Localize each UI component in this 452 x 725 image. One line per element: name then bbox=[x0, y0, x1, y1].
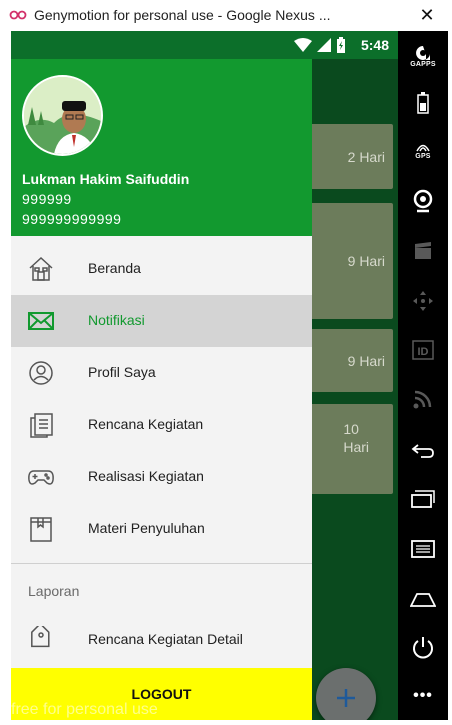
card-duration: 10 Hari bbox=[343, 421, 369, 455]
logout-button[interactable]: LOGOUT bbox=[11, 668, 312, 720]
section-label-laporan: Laporan bbox=[28, 583, 80, 599]
home-icon bbox=[27, 255, 55, 283]
card-duration: 9 Hari bbox=[347, 253, 385, 269]
network-button[interactable] bbox=[398, 379, 448, 419]
navigation-drawer: Lukman Hakim Saifuddin 999999 9999999999… bbox=[11, 59, 312, 720]
card-duration: 2 Hari bbox=[347, 149, 385, 165]
rss-icon bbox=[413, 390, 432, 409]
user-phone: 999999999999 bbox=[22, 211, 122, 227]
plus-icon bbox=[337, 689, 355, 707]
tag-icon bbox=[27, 626, 55, 654]
gapps-button[interactable]: GAPPS bbox=[398, 37, 448, 77]
status-time: 5:48 bbox=[360, 37, 389, 53]
home-button[interactable] bbox=[398, 579, 448, 619]
wifi-icon bbox=[294, 38, 312, 52]
drawer-header: Lukman Hakim Saifuddin 999999 9999999999… bbox=[11, 59, 312, 236]
menu-label: Profil Saya bbox=[88, 364, 156, 380]
battery-button[interactable] bbox=[398, 83, 448, 123]
gps-label: GPS bbox=[415, 153, 431, 160]
gps-icon bbox=[416, 144, 430, 152]
power-icon bbox=[413, 637, 433, 659]
id-icon: ID bbox=[412, 340, 434, 360]
clapperboard-icon bbox=[415, 242, 431, 259]
menu-item-notifikasi[interactable]: Notifikasi bbox=[11, 295, 312, 347]
gamepad-icon bbox=[27, 463, 55, 491]
user-id: 999999 bbox=[22, 191, 72, 207]
more-icon: ••• bbox=[413, 687, 433, 704]
screencast-button[interactable] bbox=[398, 231, 448, 271]
menu-label: Notifikasi bbox=[88, 312, 145, 328]
window-frame-bottom bbox=[0, 720, 452, 725]
genymotion-logo-icon bbox=[9, 10, 27, 20]
mail-icon bbox=[27, 307, 55, 335]
power-button[interactable] bbox=[398, 628, 448, 668]
dpad-icon bbox=[413, 291, 433, 311]
menu-label: Rencana Kegiatan Detail bbox=[88, 631, 243, 647]
window-close-button[interactable]: ✕ bbox=[404, 1, 450, 29]
signal-icon bbox=[317, 38, 331, 52]
menu-divider bbox=[11, 563, 312, 564]
id-label: ID bbox=[418, 346, 429, 358]
menu-item-rencana-kegiatan[interactable]: Rencana Kegiatan bbox=[11, 399, 312, 451]
device-id-button[interactable]: ID bbox=[398, 330, 448, 370]
home-outline-icon bbox=[410, 593, 436, 607]
recent-apps-icon bbox=[411, 490, 435, 508]
menu-item-realisasi-kegiatan[interactable]: Realisasi Kegiatan bbox=[11, 451, 312, 503]
user-name: Lukman Hakim Saifuddin bbox=[22, 171, 190, 187]
documents-icon bbox=[27, 411, 55, 439]
gapps-label: GAPPS bbox=[410, 61, 436, 68]
emulator-side-panel: GAPPS GPS ID ••• bbox=[398, 31, 448, 720]
add-fab-button[interactable] bbox=[316, 668, 376, 720]
menu-label: Materi Penyuluhan bbox=[88, 520, 205, 536]
battery-charging-icon bbox=[337, 37, 345, 53]
menu-icon bbox=[411, 540, 435, 558]
menu-label: Rencana Kegiatan bbox=[88, 416, 204, 432]
menu-label: Realisasi Kegiatan bbox=[88, 468, 204, 484]
android-screen: 5:48 2 Hari 9 Hari 9 Hari 10 Hari Lukman… bbox=[11, 31, 398, 720]
status-icons bbox=[294, 37, 346, 53]
menu-item-profil-saya[interactable]: Profil Saya bbox=[11, 347, 312, 399]
menu-button[interactable] bbox=[398, 529, 448, 569]
avatar bbox=[22, 75, 103, 156]
logout-label: LOGOUT bbox=[131, 686, 192, 702]
window-frame-left bbox=[0, 31, 11, 725]
battery-icon bbox=[417, 92, 429, 114]
webcam-icon bbox=[413, 189, 433, 213]
menu-item-materi-penyuluhan[interactable]: Materi Penyuluhan bbox=[11, 503, 312, 555]
menu-item-rencana-kegiatan-detail[interactable]: Rencana Kegiatan Detail bbox=[11, 614, 312, 666]
avatar-image bbox=[24, 77, 101, 154]
back-icon bbox=[411, 444, 434, 458]
window-titlebar: Genymotion for personal use - Google Nex… bbox=[0, 0, 452, 31]
menu-label: Beranda bbox=[88, 260, 141, 276]
profile-icon bbox=[27, 359, 55, 387]
status-bar: 5:48 bbox=[11, 31, 398, 59]
recent-apps-button[interactable] bbox=[398, 479, 448, 519]
back-button[interactable] bbox=[398, 431, 448, 471]
book-icon bbox=[27, 515, 55, 543]
camera-button[interactable] bbox=[398, 181, 448, 221]
gapps-icon bbox=[416, 46, 430, 60]
remote-control-button[interactable] bbox=[398, 281, 448, 321]
menu-item-beranda[interactable]: Beranda bbox=[11, 243, 312, 295]
more-button[interactable]: ••• bbox=[398, 676, 448, 716]
gps-button[interactable]: GPS bbox=[398, 131, 448, 171]
window-title: Genymotion for personal use - Google Nex… bbox=[34, 7, 331, 23]
card-duration: 9 Hari bbox=[347, 353, 385, 369]
